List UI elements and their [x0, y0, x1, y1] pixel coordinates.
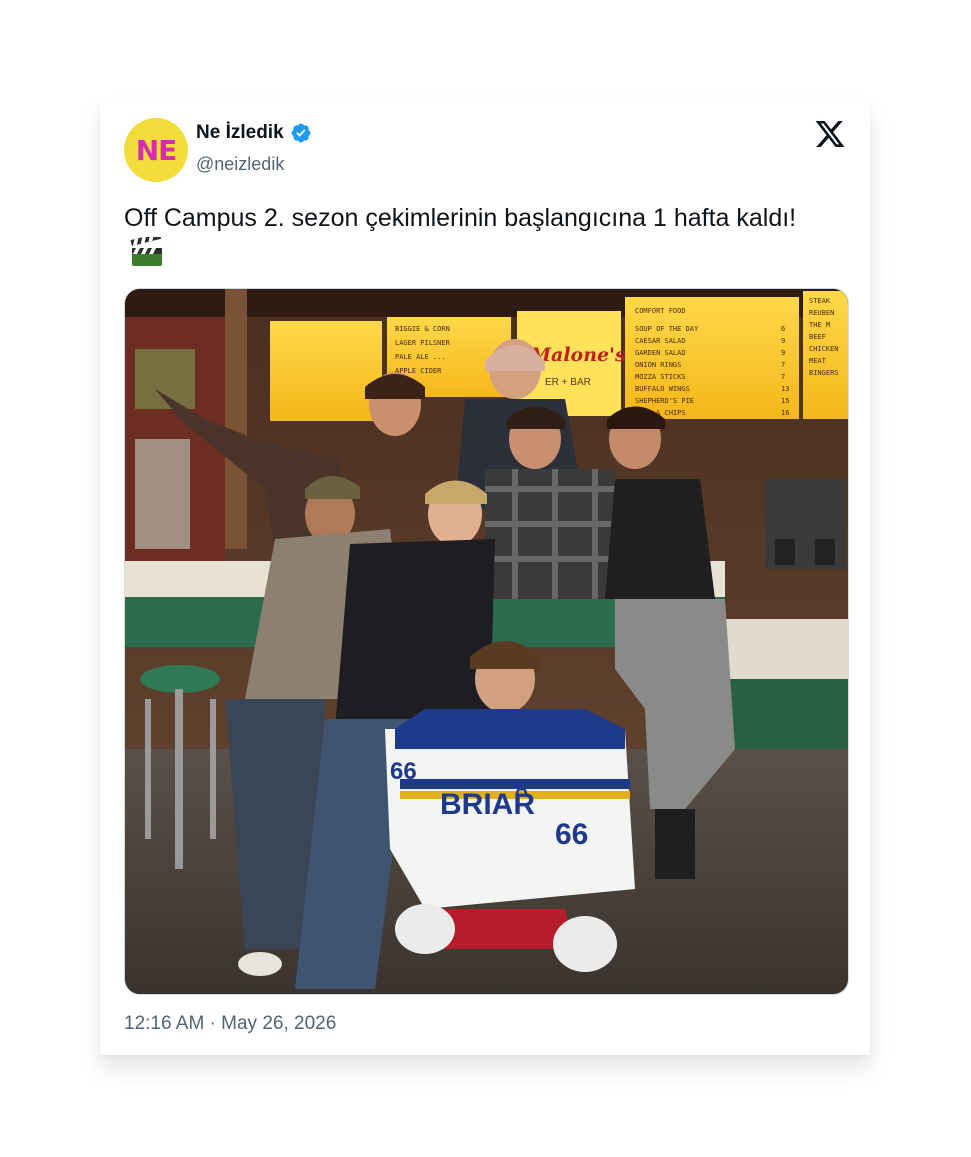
menu-item: BEEF — [809, 333, 826, 341]
menu-item: ONION RINGS — [635, 361, 681, 369]
author-name[interactable]: Ne İzledik — [196, 122, 284, 144]
bar-stool — [140, 665, 220, 693]
menu-price: 9 — [781, 337, 785, 345]
jersey-captain-letter: A — [515, 778, 528, 798]
malones-subtext: ER + BAR — [545, 377, 591, 388]
author-handle[interactable]: @neizledik — [196, 154, 284, 175]
menu-item: CAESAR SALAD — [635, 337, 686, 345]
tweet-body: Off Campus 2. sezon çekimlerinin başlang… — [124, 204, 797, 232]
menu-item: MOZZA STICKS — [635, 373, 686, 381]
menu-line: BIGGIE & CORN — [395, 325, 450, 333]
avatar[interactable]: NE — [124, 118, 188, 182]
tweet-text: Off Campus 2. sezon çekimlerinin başlang… — [124, 200, 824, 272]
menu-board-title: COMFORT FOOD — [635, 307, 686, 315]
tweet-timestamp[interactable]: 12:16 AM · May 26, 2026 — [124, 1013, 336, 1035]
menu-price: 9 — [781, 349, 785, 357]
photo-scene: BIGGIE & CORN LAGER PILSNER PALE ALE ...… — [125, 289, 848, 994]
menu-item: SOUP OF THE DAY — [635, 325, 699, 333]
menu-item: THE M — [809, 321, 830, 329]
menu-item: STEAK — [809, 297, 831, 305]
x-logo-icon[interactable] — [814, 118, 846, 150]
menu-price: 6 — [781, 325, 785, 333]
menu-item: SHEPHERD'S PIE — [635, 397, 694, 405]
verified-badge-icon — [291, 123, 311, 143]
menu-price: 7 — [781, 361, 785, 369]
menu-line: PALE ALE ... — [395, 353, 446, 361]
menu-item: GARDEN SALAD — [635, 349, 686, 357]
tweet-card: NE Ne İzledik @neizledik Off Campus 2. s… — [100, 100, 870, 1055]
menu-item: MEAT — [809, 357, 827, 365]
tweet-photo[interactable]: BIGGIE & CORN LAGER PILSNER PALE ALE ...… — [124, 288, 849, 995]
menu-line: LAGER PILSNER — [395, 339, 451, 347]
menu-item: BUFFALO WINGS — [635, 385, 690, 393]
menu-item: REUBEN — [809, 309, 834, 317]
menu-price: 13 — [781, 385, 789, 393]
author-row: Ne İzledik — [196, 122, 312, 144]
jersey-number: 66 — [555, 818, 588, 851]
menu-item: BINGERS — [809, 369, 839, 377]
menu-price: 16 — [781, 409, 789, 417]
menu-price: 7 — [781, 373, 785, 381]
clapper-board-icon — [130, 237, 162, 266]
jersey-number-sleeve: 66 — [390, 758, 417, 785]
menu-price: 15 — [781, 397, 789, 405]
menu-item: CHICKEN — [809, 345, 839, 353]
menu-board-left — [270, 321, 382, 421]
avatar-text: NE — [135, 133, 178, 167]
